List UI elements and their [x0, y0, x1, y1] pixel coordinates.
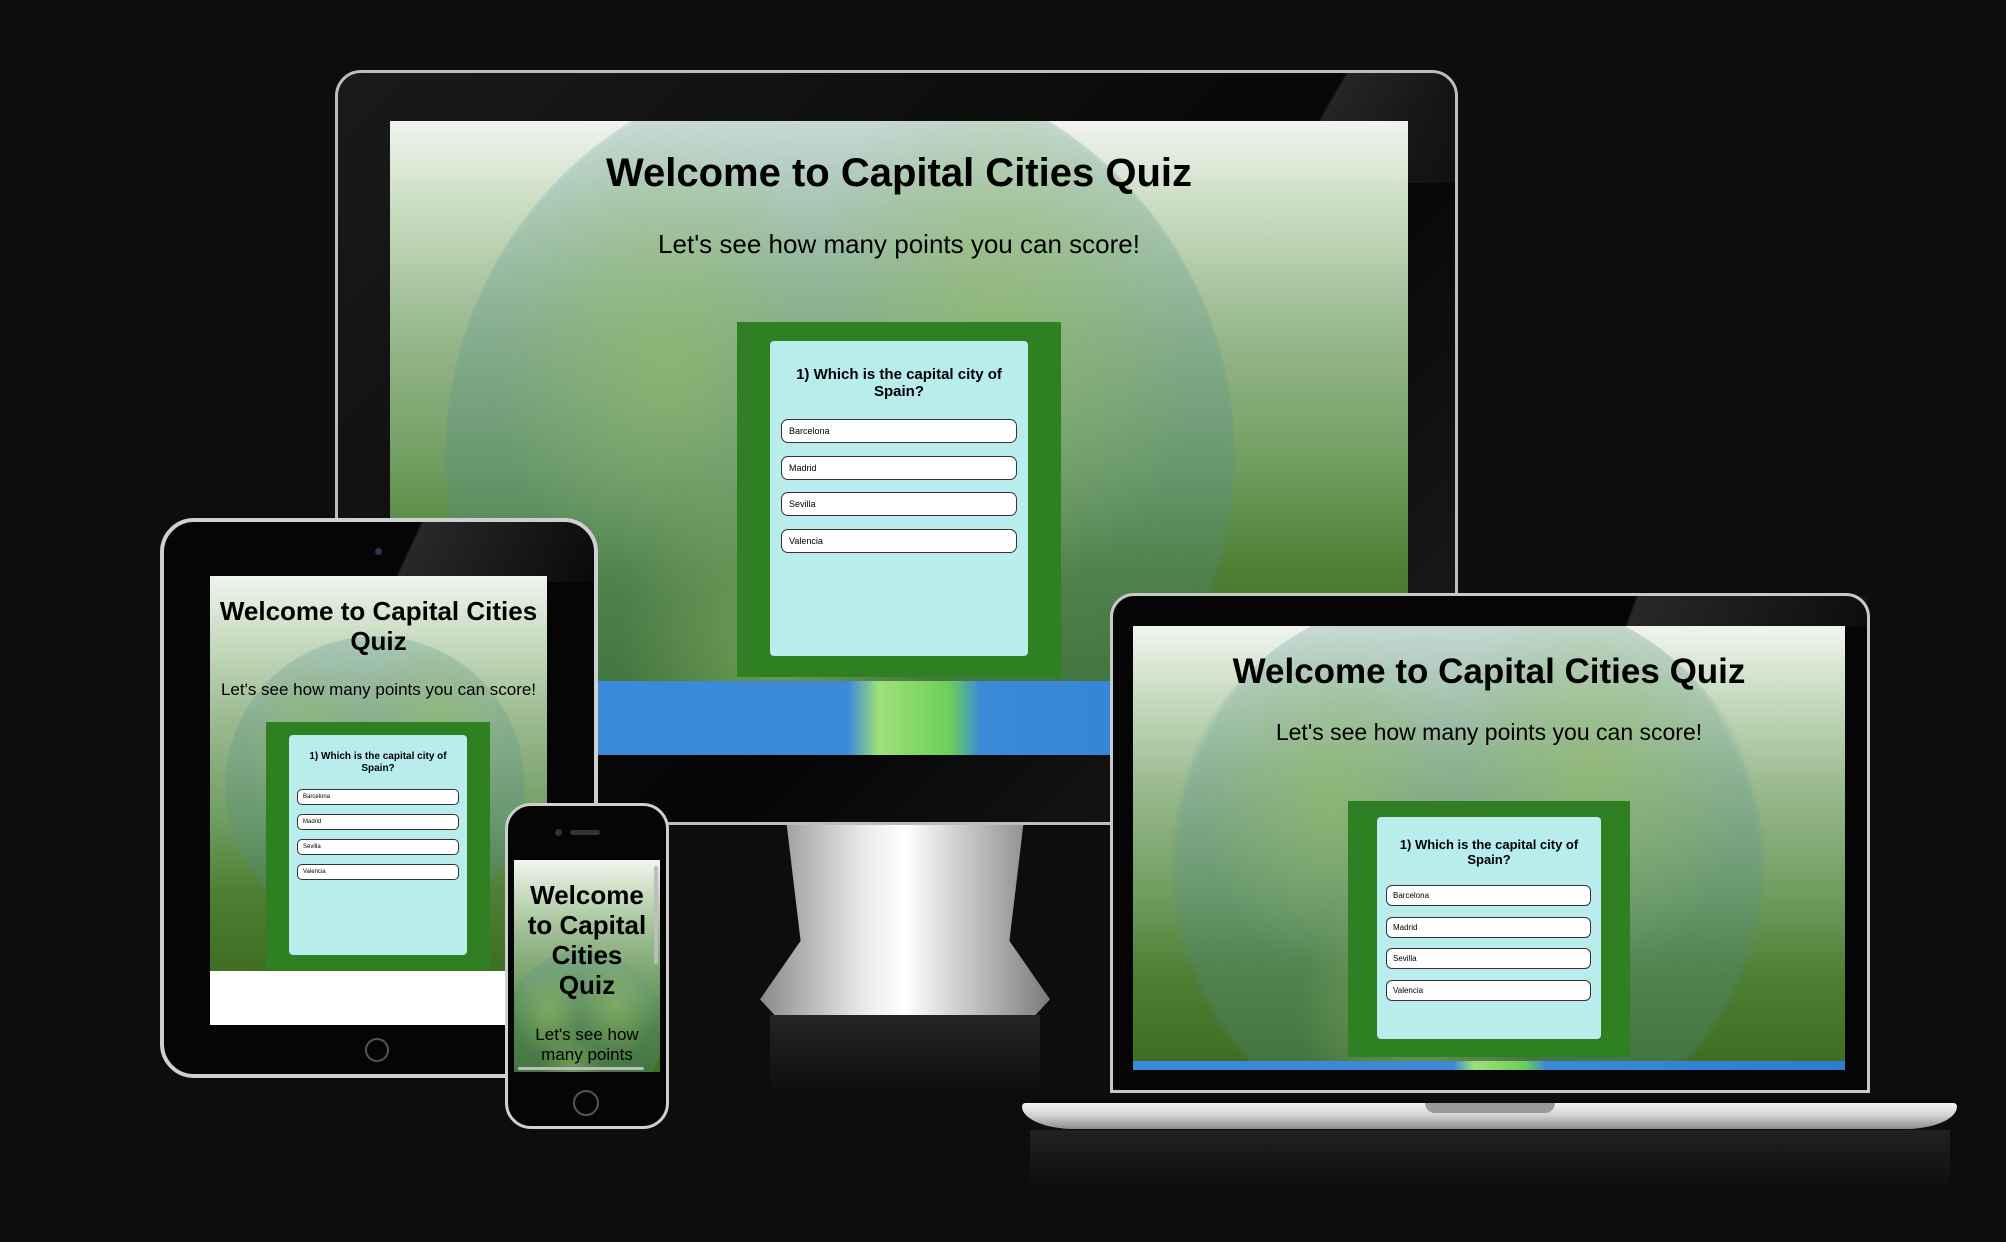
answer-button[interactable]: Barcelona	[297, 789, 459, 805]
page-subtitle: Let's see how many points you can score!	[658, 229, 1140, 259]
laptop-screen: Welcome to Capital Cities Quiz Let's see…	[1133, 626, 1845, 1070]
answer-button[interactable]: Sevilla	[781, 492, 1017, 516]
vertical-scrollbar[interactable]	[654, 866, 658, 964]
monitor-stand	[760, 820, 1050, 1015]
tablet-screen: Welcome to Capital Cities Quiz Let's see…	[210, 576, 547, 1025]
phone-screen: Welcome to Capital Cities Quiz Let's see…	[514, 860, 660, 1072]
page-title: Welcome to Capital Cities Quiz	[514, 880, 660, 1000]
laptop-notch	[1425, 1103, 1555, 1113]
question-line: 1) Which is the capital city of	[796, 366, 1002, 383]
title-line: Welcome	[530, 880, 644, 910]
answer-button[interactable]: Sevilla	[1386, 948, 1591, 969]
phone-speaker	[570, 830, 600, 835]
question-line: 1) Which is the capital city of	[1399, 837, 1579, 852]
answer-button[interactable]: Barcelona	[781, 419, 1017, 443]
tablet-glare	[335, 522, 593, 582]
quiz-panel: 1) Which is the capital city of Spain? B…	[289, 735, 467, 955]
question-line: Spain?	[873, 383, 924, 401]
answer-button[interactable]: Barcelona	[1386, 885, 1591, 906]
page-title: Welcome to Capital Cities Quiz	[605, 151, 1193, 195]
answer-button[interactable]: Madrid	[1386, 917, 1591, 938]
title-line: Quiz	[558, 970, 616, 1000]
page-subtitle: Let's see how many points you can score!	[1275, 719, 1703, 745]
question-line: Spain?	[1467, 851, 1511, 867]
quiz-container: 1) Which is the capital city of Spain? B…	[266, 722, 490, 970]
title-line: Welcome to Capital Cities	[219, 596, 538, 626]
laptop-reflection	[1030, 1130, 1950, 1190]
subtitle-line: Let's see how	[535, 1025, 639, 1044]
answer-button[interactable]: Valencia	[1386, 980, 1591, 1001]
phone-home-button	[573, 1090, 599, 1116]
answer-button[interactable]: Madrid	[297, 814, 459, 830]
subtitle-line: many points	[541, 1045, 633, 1064]
page-title: Welcome to Capital Cities Quiz	[1232, 652, 1746, 691]
answer-button[interactable]: Valencia	[781, 529, 1017, 553]
monitor-stand-reflection	[770, 1015, 1040, 1095]
title-line: Quiz	[350, 626, 407, 656]
answer-button[interactable]: Sevilla	[297, 839, 459, 855]
title-line: Cities	[551, 940, 623, 970]
question-text: 1) Which is the capital city of Spain?	[289, 751, 467, 774]
quiz-panel: 1) Which is the capital city of Spain? B…	[770, 341, 1028, 656]
tablet-camera	[375, 548, 382, 555]
phone-camera	[555, 829, 562, 836]
question-text: 1) Which is the capital city of Spain?	[1377, 837, 1601, 868]
question-text: 1) Which is the capital city of Spain?	[770, 366, 1028, 401]
ocean-strip	[1133, 1061, 1845, 1070]
horizontal-scrollbar[interactable]	[518, 1067, 644, 1070]
question-line: Spain?	[361, 762, 395, 774]
tablet-home-button	[365, 1038, 389, 1062]
quiz-container: 1) Which is the capital city of Spain? B…	[737, 322, 1061, 677]
title-line: to Capital	[527, 910, 647, 940]
question-line: 1) Which is the capital city of	[309, 751, 447, 762]
page-footer-space	[210, 971, 547, 1025]
page-subtitle: Let's see how many points you can score!	[220, 680, 537, 699]
page-subtitle: Let's see how many points	[514, 1025, 660, 1065]
page-title: Welcome to Capital Cities Quiz	[210, 596, 547, 656]
quiz-container: 1) Which is the capital city of Spain? B…	[1348, 801, 1630, 1057]
laptop-glare	[1575, 596, 1867, 626]
answer-button[interactable]: Valencia	[297, 864, 459, 880]
answer-button[interactable]: Madrid	[781, 456, 1017, 480]
quiz-panel: 1) Which is the capital city of Spain? B…	[1377, 817, 1601, 1039]
